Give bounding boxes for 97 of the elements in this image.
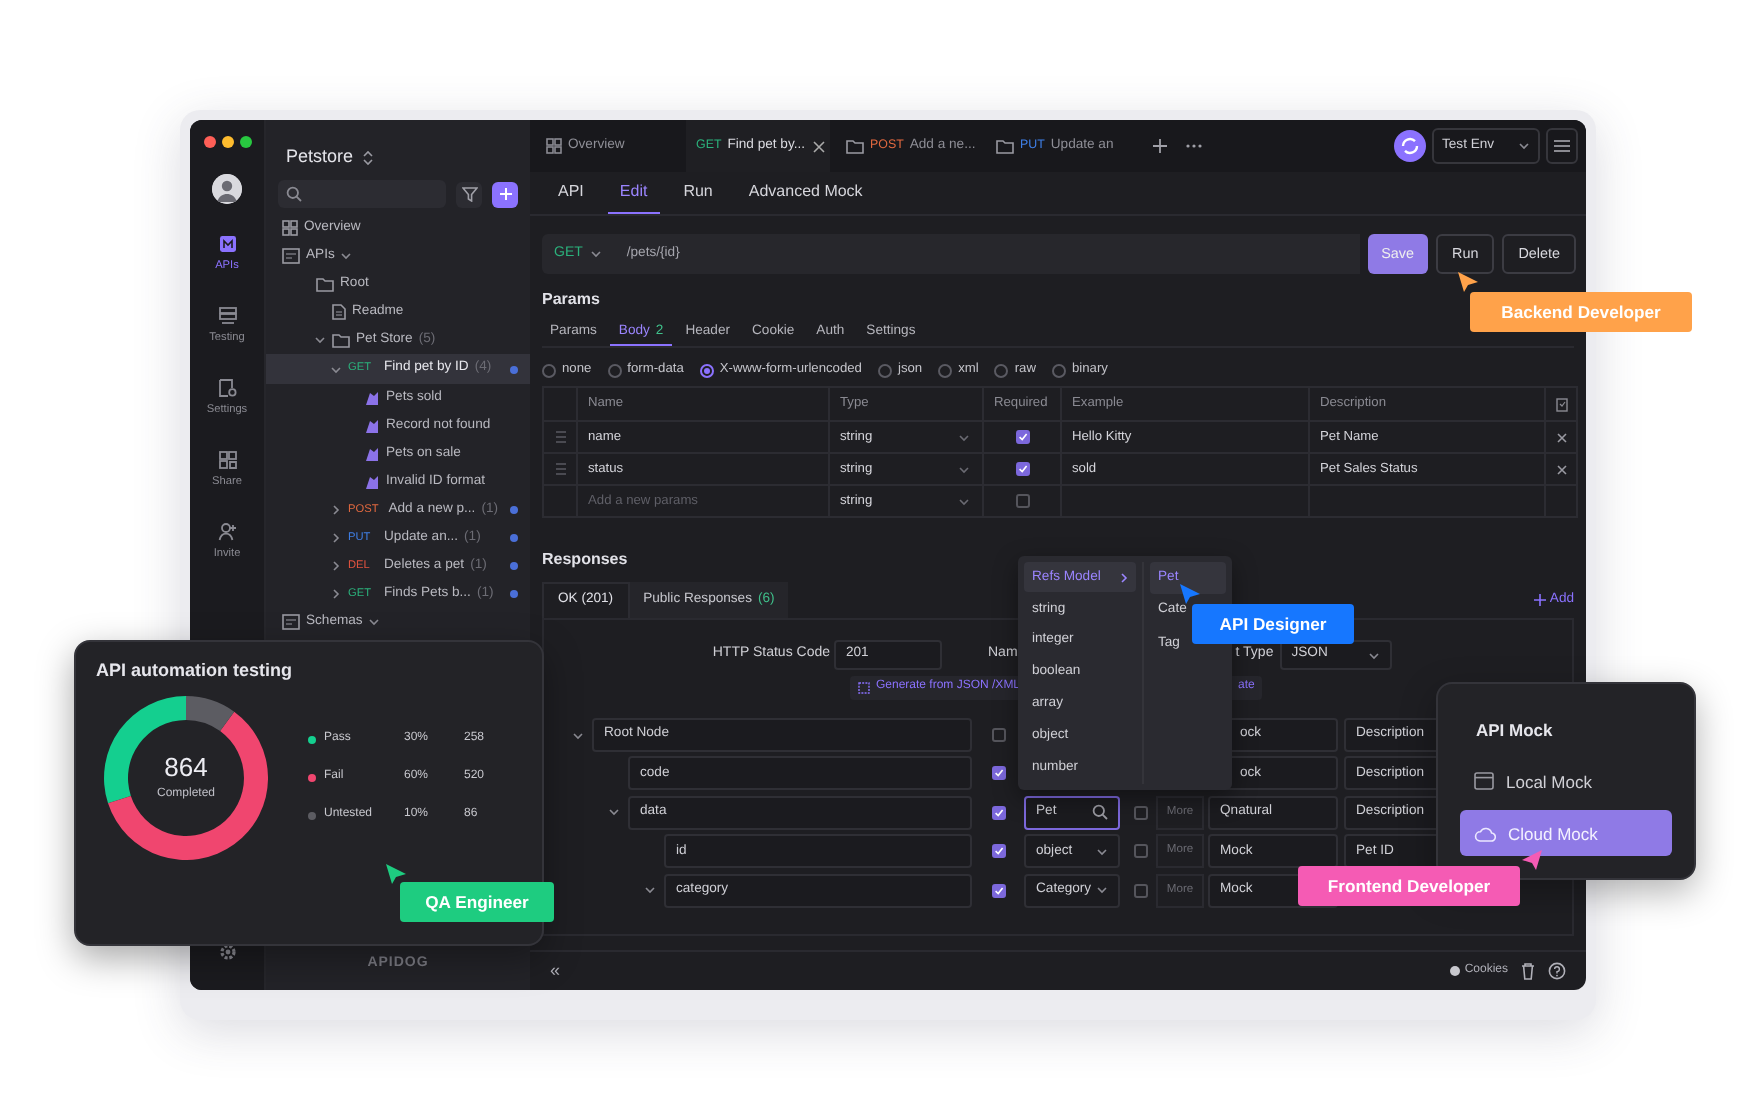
caret-icon[interactable] bbox=[590, 248, 603, 260]
caret-icon[interactable] bbox=[644, 884, 656, 897]
caret-icon[interactable] bbox=[330, 363, 342, 376]
tab[interactable]: Run bbox=[671, 172, 725, 214]
role-tooltip: Backend Developer bbox=[1470, 292, 1692, 332]
caret-icon[interactable] bbox=[1096, 845, 1108, 858]
search-icon bbox=[286, 186, 302, 202]
checkbox[interactable] bbox=[1133, 844, 1147, 859]
avatar[interactable] bbox=[212, 174, 242, 204]
settings-icon bbox=[217, 942, 237, 962]
caret-icon[interactable] bbox=[330, 560, 342, 573]
filter-button[interactable] bbox=[456, 181, 482, 207]
status-dot bbox=[510, 505, 518, 514]
search-icon bbox=[1092, 804, 1108, 821]
window-icon bbox=[1474, 772, 1494, 791]
checkbox[interactable] bbox=[1015, 430, 1029, 444]
caret-icon[interactable] bbox=[958, 463, 970, 475]
plus-icon bbox=[1533, 594, 1546, 606]
caret-icon[interactable] bbox=[572, 729, 584, 741]
cursor-icon bbox=[1178, 582, 1202, 606]
caret-icon[interactable] bbox=[340, 250, 353, 263]
checkbox[interactable] bbox=[1015, 462, 1029, 476]
stack-icon bbox=[217, 306, 237, 326]
sort-icon bbox=[361, 149, 374, 165]
caret-icon[interactable] bbox=[958, 495, 970, 507]
menu-button[interactable] bbox=[1546, 128, 1578, 164]
cursor-icon bbox=[1520, 848, 1544, 872]
api-icon bbox=[217, 234, 237, 254]
checkbox[interactable] bbox=[991, 728, 1005, 742]
tab[interactable]: Advanced Mock bbox=[736, 172, 875, 214]
caret-icon[interactable] bbox=[958, 431, 970, 443]
scan-icon bbox=[858, 682, 870, 694]
document-icon bbox=[1555, 397, 1567, 411]
status-dot bbox=[510, 590, 518, 599]
checkbox[interactable] bbox=[1133, 883, 1147, 898]
close-icon bbox=[1555, 431, 1567, 443]
checkbox[interactable] bbox=[991, 883, 1005, 898]
role-tooltip: API Designer bbox=[1192, 604, 1354, 644]
cloud-icon bbox=[1474, 825, 1496, 842]
grid-icon bbox=[282, 220, 298, 237]
tab[interactable]: API bbox=[546, 172, 596, 214]
settings-icon bbox=[217, 378, 237, 398]
maximize-button[interactable] bbox=[239, 136, 251, 148]
search-field[interactable] bbox=[278, 180, 446, 208]
plus-icon bbox=[497, 186, 513, 202]
menu-icon bbox=[1554, 140, 1570, 152]
chevron-icon bbox=[1120, 571, 1128, 584]
sync-icon bbox=[1394, 130, 1426, 162]
caret-icon[interactable] bbox=[330, 503, 342, 516]
caret-icon[interactable] bbox=[608, 806, 620, 819]
close-icon bbox=[1555, 463, 1567, 475]
folder-icon bbox=[316, 276, 334, 293]
qr-code-icon bbox=[217, 450, 237, 470]
folder-icon bbox=[846, 138, 864, 154]
add-person-icon bbox=[217, 522, 237, 542]
list-icon bbox=[282, 248, 300, 265]
trash-icon bbox=[1520, 962, 1536, 980]
minimize-button[interactable] bbox=[221, 136, 233, 148]
role-tooltip: QA Engineer bbox=[400, 882, 554, 922]
drag-handle-icon bbox=[555, 430, 565, 444]
caret-icon[interactable] bbox=[330, 532, 342, 545]
status-dot bbox=[510, 534, 518, 543]
document-icon bbox=[332, 304, 346, 321]
close-icon bbox=[811, 139, 826, 153]
checkbox[interactable] bbox=[991, 805, 1005, 820]
card-title: API automation testing bbox=[96, 660, 295, 682]
folder-icon bbox=[332, 332, 350, 349]
plus-icon bbox=[1152, 138, 1168, 154]
caret-icon[interactable] bbox=[314, 334, 326, 347]
section-title: Params bbox=[542, 290, 602, 310]
drag-handle-icon bbox=[555, 462, 565, 476]
checkbox[interactable] bbox=[1015, 494, 1029, 508]
folder-icon bbox=[996, 138, 1014, 154]
grid-icon bbox=[546, 138, 562, 154]
status-dot bbox=[510, 562, 518, 571]
project-name[interactable]: Petstore bbox=[286, 146, 354, 168]
more-icon bbox=[1186, 142, 1202, 150]
caret-icon[interactable] bbox=[330, 588, 342, 601]
close-button[interactable] bbox=[203, 136, 215, 148]
role-tooltip: Frontend Developer bbox=[1298, 866, 1520, 906]
cursor-icon bbox=[1456, 270, 1480, 294]
caret-icon[interactable] bbox=[1367, 649, 1380, 661]
help-icon bbox=[1548, 962, 1566, 980]
checkbox[interactable] bbox=[1133, 805, 1147, 820]
checkbox[interactable] bbox=[991, 766, 1005, 781]
status-dot bbox=[510, 365, 518, 374]
section-title: Responses bbox=[542, 550, 630, 570]
checkbox[interactable] bbox=[991, 844, 1005, 859]
caret-icon[interactable] bbox=[1096, 884, 1108, 897]
tab[interactable]: Edit bbox=[607, 172, 660, 214]
caret-icon[interactable] bbox=[1518, 140, 1530, 152]
caret-icon[interactable] bbox=[368, 616, 381, 629]
collapse-button[interactable]: « bbox=[550, 960, 561, 982]
list-icon bbox=[282, 614, 300, 631]
total-count: 864 bbox=[164, 752, 208, 784]
cursor-icon bbox=[384, 862, 408, 886]
add-button[interactable] bbox=[492, 181, 518, 207]
